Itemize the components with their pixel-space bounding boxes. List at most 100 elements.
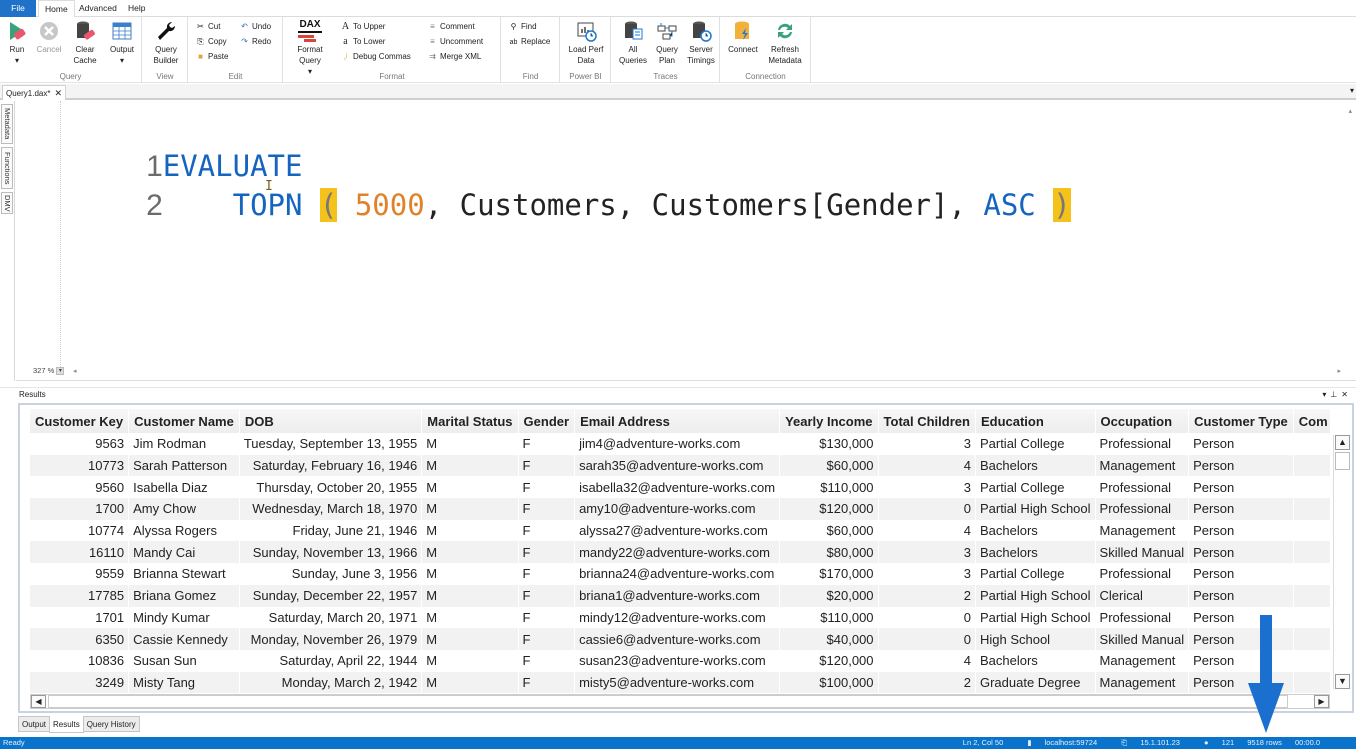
table-cell[interactable] — [1293, 541, 1330, 564]
table-cell[interactable]: M — [421, 563, 519, 585]
column-header[interactable]: Gender — [518, 409, 576, 433]
uncomment-button[interactable]: ≡ Uncomment — [427, 35, 483, 49]
table-cell[interactable]: M — [421, 476, 519, 499]
pin-icon[interactable]: ⊥ — [1330, 390, 1341, 399]
to-upper-button[interactable]: A To Upper — [340, 20, 386, 34]
table-cell[interactable]: $60,000 — [779, 454, 879, 477]
table-cell[interactable]: F — [518, 606, 576, 629]
table-cell[interactable] — [1293, 628, 1330, 650]
horizontal-scrollbar[interactable]: ◀ ▶ — [30, 694, 1330, 709]
tab-output[interactable]: Output — [18, 716, 51, 732]
table-cell[interactable]: Person — [1188, 584, 1294, 607]
side-tab-dmv[interactable]: DMV — [1, 192, 13, 214]
table-cell[interactable]: amy10@adventure-works.com — [574, 498, 781, 520]
table-cell[interactable]: Mandy Cai — [128, 541, 240, 564]
table-cell[interactable]: 9560 — [30, 476, 130, 499]
table-cell[interactable]: Wednesday, March 18, 1970 — [239, 498, 423, 520]
query-plan-button[interactable]: Query Plan — [652, 20, 682, 66]
table-cell[interactable]: $80,000 — [779, 541, 879, 564]
table-cell[interactable]: 9559 — [30, 563, 130, 585]
table-cell[interactable] — [1293, 649, 1330, 672]
column-header[interactable]: Yearly Income — [779, 409, 879, 433]
table-cell[interactable]: $60,000 — [779, 519, 879, 542]
editor-scroll-up-icon[interactable]: ▴ — [1348, 107, 1352, 115]
table-cell[interactable]: Person — [1188, 498, 1294, 520]
cancel-button[interactable]: Cancel — [34, 20, 64, 55]
table-cell[interactable] — [1293, 563, 1330, 585]
output-button[interactable]: Output ▾ — [106, 20, 138, 66]
table-cell[interactable]: $120,000 — [779, 498, 879, 520]
query-editor[interactable]: 1EVALUATE 2 TOPN ( 5000, Customers, Cust… — [16, 101, 1356, 381]
vertical-scroll-thumb[interactable] — [1335, 452, 1350, 470]
table-cell[interactable]: Bachelors — [975, 541, 1096, 564]
table-cell[interactable]: Partial College — [975, 476, 1096, 499]
table-cell[interactable]: F — [518, 498, 576, 520]
table-cell[interactable]: Cassie Kennedy — [128, 628, 240, 650]
table-cell[interactable]: M — [421, 519, 519, 542]
table-cell[interactable]: Person — [1188, 563, 1294, 585]
table-cell[interactable]: F — [518, 584, 576, 607]
table-cell[interactable]: 4 — [878, 519, 976, 542]
table-cell[interactable]: Management — [1095, 649, 1190, 672]
table-cell[interactable]: F — [518, 541, 576, 564]
table-cell[interactable]: $40,000 — [779, 628, 879, 650]
table-cell[interactable]: Professional — [1095, 563, 1190, 585]
table-cell[interactable]: 0 — [878, 498, 976, 520]
table-cell[interactable]: Professional — [1095, 433, 1190, 455]
table-cell[interactable]: M — [421, 433, 519, 455]
table-cell[interactable]: briana1@adventure-works.com — [574, 584, 781, 607]
table-cell[interactable]: $110,000 — [779, 476, 879, 499]
table-cell[interactable]: 3 — [878, 541, 976, 564]
table-row[interactable]: 9560 Isabella Diaz Thursday, October 20, 1… — [30, 476, 1330, 499]
table-cell[interactable]: Bachelors — [975, 649, 1096, 672]
table-cell[interactable]: isabella32@adventure-works.com — [574, 476, 781, 499]
table-cell[interactable]: Skilled Manual — [1095, 628, 1190, 650]
table-row[interactable]: 17785 Briana Gomez Sunday, December 22, 19… — [30, 584, 1330, 607]
table-cell[interactable]: F — [518, 454, 576, 477]
table-cell[interactable]: Saturday, March 20, 1971 — [239, 606, 423, 629]
table-cell[interactable]: $110,000 — [779, 606, 879, 629]
table-cell[interactable] — [1293, 584, 1330, 607]
table-cell[interactable]: F — [518, 671, 576, 694]
table-row[interactable]: 10774 Alyssa Rogers Friday, June 21, 1946 M… — [30, 519, 1330, 542]
table-cell[interactable]: Professional — [1095, 498, 1190, 520]
table-cell[interactable]: 0 — [878, 628, 976, 650]
table-cell[interactable] — [1293, 476, 1330, 499]
merge-xml-button[interactable]: ⇉ Merge XML — [427, 50, 481, 64]
debug-commas-button[interactable]: ,ʲ Debug Commas — [340, 50, 411, 64]
table-cell[interactable]: Tuesday, September 13, 1955 — [239, 433, 423, 455]
column-header[interactable]: Customer Key — [30, 409, 130, 433]
table-cell[interactable]: 3249 — [30, 671, 130, 694]
table-cell[interactable] — [1293, 433, 1330, 455]
table-cell[interactable]: Person — [1188, 433, 1294, 455]
table-cell[interactable]: Sunday, November 13, 1966 — [239, 541, 423, 564]
table-cell[interactable]: 17785 — [30, 584, 130, 607]
table-cell[interactable] — [1293, 671, 1330, 694]
column-header[interactable]: Customer Type — [1188, 409, 1294, 433]
menu-tab-home[interactable]: Home — [38, 0, 75, 18]
zoom-dropdown-icon[interactable]: ▾ — [56, 367, 65, 376]
table-row[interactable]: 1700 Amy Chow Wednesday, March 18, 1970 M Fa… — [30, 498, 1330, 520]
table-cell[interactable]: Person — [1188, 519, 1294, 542]
table-cell[interactable] — [1293, 606, 1330, 629]
column-header[interactable]: Total Children — [878, 409, 976, 433]
table-cell[interactable]: Monday, November 26, 1979 — [239, 628, 423, 650]
redo-button[interactable]: ↷ Redo — [239, 35, 271, 49]
tab-results[interactable]: Results — [49, 717, 84, 733]
table-row[interactable]: 1701 Mindy Kumar Saturday, March 20, 1971 M… — [30, 606, 1330, 629]
table-cell[interactable]: Saturday, February 16, 1946 — [239, 454, 423, 477]
table-cell[interactable]: Partial College — [975, 563, 1096, 585]
table-cell[interactable]: Partial High School — [975, 498, 1096, 520]
column-header[interactable]: Email Address — [574, 409, 781, 433]
table-cell[interactable]: M — [421, 454, 519, 477]
table-cell[interactable]: Saturday, April 22, 1944 — [239, 649, 423, 672]
table-cell[interactable]: Jim Rodman — [128, 433, 240, 455]
table-row[interactable]: 6350 Cassie Kennedy Monday, November 26, 1… — [30, 628, 1330, 650]
to-lower-button[interactable]: a To Lower — [340, 35, 385, 49]
table-cell[interactable]: $120,000 — [779, 649, 879, 672]
comment-button[interactable]: ≡ Comment — [427, 20, 475, 34]
scroll-right-button[interactable]: ▶ — [1314, 695, 1329, 708]
table-cell[interactable]: mindy12@adventure-works.com — [574, 606, 781, 629]
table-cell[interactable]: 16110 — [30, 541, 130, 564]
table-cell[interactable]: sarah35@adventure-works.com — [574, 454, 781, 477]
